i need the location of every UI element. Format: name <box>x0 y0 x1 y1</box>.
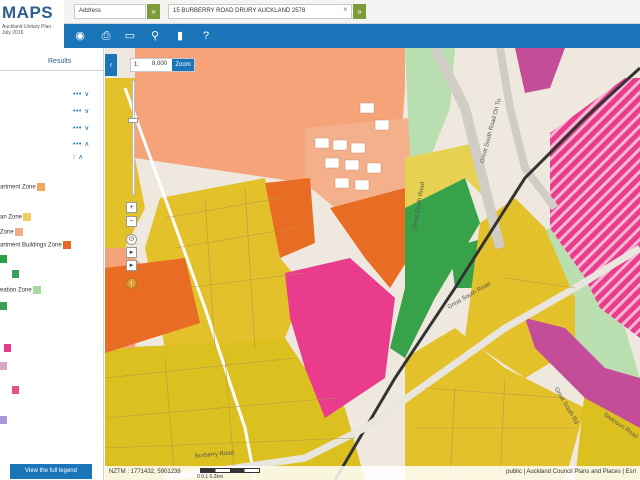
search-header: Address » 15 BURBERRY ROAD DRURY AUCKLAN… <box>0 0 640 24</box>
view-full-legend-button[interactable]: View the full legend <box>10 464 92 479</box>
print-icon[interactable]: ⎙ <box>98 28 114 44</box>
chevron-left-icon: ‹ <box>109 60 113 69</box>
map-status-bar: NZTM : 1771432, 5901238 0 0.1 0.2km publ… <box>105 466 640 480</box>
legend-item-label: artment Buildings Zone <box>0 242 62 249</box>
zoning-map[interactable]: Great South Road Great South Road Great … <box>105 48 640 480</box>
scale-bar-labels: 0 0.1 0.2km <box>197 474 224 480</box>
scale-input[interactable]: 8,000 <box>150 60 172 70</box>
location-pin-icon[interactable]: ⚲ <box>147 28 163 44</box>
search-type-select[interactable]: Address <box>74 4 146 19</box>
layer-options-control[interactable]: ⁝ ∧ <box>73 153 84 161</box>
address-search-input[interactable]: 15 BURBERRY ROAD DRURY AUCKLAND 2578 <box>168 4 352 19</box>
app-logo: MAPS Auckland Unitary Plan · July 2016 <box>0 0 64 46</box>
pan-arrow-icon[interactable]: ▸ <box>126 247 137 258</box>
legend-item: an Zone <box>0 213 32 221</box>
logo-title: MAPS <box>2 3 54 22</box>
zoom-to-scale-button[interactable]: Zoom <box>172 59 194 71</box>
legend-item: eation Zone <box>0 286 41 294</box>
legend-panel: Results ••• ∨ ••• ∨ ••• ∨ ••• ∧ ⁝ ∧ artm… <box>0 48 104 480</box>
legend-item-label: eation Zone <box>0 287 32 294</box>
tab-results[interactable]: Results <box>48 58 71 65</box>
legend-swatch <box>0 302 7 310</box>
search-type-go-button[interactable]: » <box>147 4 160 19</box>
legend-swatch <box>12 386 19 394</box>
legend-swatch <box>23 213 32 221</box>
map-toolbar: ◉ ⎙ ▭ ⚲ ▮ ? <box>64 24 640 48</box>
pan-arrow-icon[interactable]: ▸ <box>126 260 137 271</box>
legend-item: artment Buildings Zone <box>0 241 71 249</box>
zoom-in-button[interactable]: + <box>126 202 137 213</box>
legend-swatch <box>0 255 7 263</box>
layer-options-control[interactable]: ••• ∨ <box>73 124 90 132</box>
eye-icon[interactable]: ◉ <box>72 28 88 44</box>
zoom-slider[interactable] <box>132 80 135 195</box>
zoom-slider-handle[interactable] <box>128 118 138 123</box>
help-icon[interactable]: ? <box>198 28 214 44</box>
legend-swatch <box>62 241 71 249</box>
zoom-out-button[interactable]: − <box>126 216 137 227</box>
panel-tabs: Results <box>0 53 104 71</box>
layer-options-control[interactable]: ••• ∧ <box>73 140 90 148</box>
legend-swatch <box>4 344 11 352</box>
legend-swatch <box>14 228 23 236</box>
collapse-panel-button[interactable]: ‹ <box>105 54 117 76</box>
legend-item-label: Zone <box>0 229 14 236</box>
legend-swatch <box>12 270 19 278</box>
legend-item-label: an Zone <box>0 214 23 221</box>
bookmark-icon[interactable]: ▮ <box>172 28 188 44</box>
layer-options-control[interactable]: ••• ∨ <box>73 90 90 98</box>
unitary-plan-viewer: Address » 15 BURBERRY ROAD DRURY AUCKLAN… <box>0 0 640 480</box>
legend-item: Zone <box>0 228 23 236</box>
legend-swatch <box>36 183 45 191</box>
logo-subtitle: Auckland Unitary Plan · July 2016 <box>2 24 55 36</box>
layer-options-control[interactable]: ••• ∨ <box>73 107 90 115</box>
clear-icon[interactable]: × <box>343 5 348 14</box>
legend-swatch <box>32 286 41 294</box>
info-icon[interactable]: i <box>126 278 137 289</box>
scale-prefix: 1: <box>134 62 140 68</box>
zoning-map-canvas[interactable] <box>105 48 640 480</box>
legend-swatch <box>0 362 7 370</box>
legend-item-label: artment Zone <box>0 184 36 191</box>
map-attribution: public | Auckland Council Plans and Plac… <box>506 469 636 475</box>
scale-bar <box>200 468 260 473</box>
coordinate-readout: NZTM : 1771432, 5901238 <box>109 469 181 475</box>
locate-icon[interactable]: ⊙ <box>126 234 137 245</box>
measure-icon[interactable]: ▭ <box>122 28 138 44</box>
legend-swatch <box>0 416 7 424</box>
search-go-button[interactable]: » <box>353 4 366 19</box>
legend-item: artment Zone <box>0 183 45 191</box>
